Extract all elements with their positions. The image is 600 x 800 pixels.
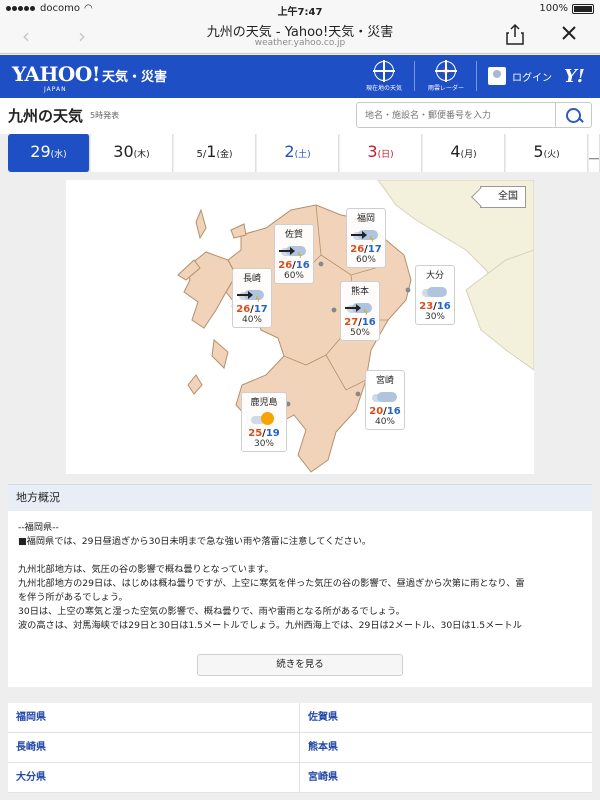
prefecture-link-oita[interactable]: 大分県 — [8, 763, 300, 792]
city-card-kumamoto[interactable]: 熊本 ϟ 27/16 50% — [340, 281, 380, 341]
share-icon[interactable] — [505, 23, 525, 50]
cloud-icon — [370, 387, 400, 405]
status-bar: docomo ◠ 上午7:47 100% — [0, 0, 600, 18]
browser-toolbar: ‹ › 九州の天気 - Yahoo!天気・災害 weather.yahoo.co… — [0, 18, 600, 54]
clock: 上午7:47 — [277, 7, 323, 18]
city-card-nagasaki[interactable]: 長崎 ϟ 26/17 40% — [232, 268, 272, 328]
radar-icon — [435, 60, 457, 82]
current-location-button[interactable]: 現在地の天気 — [354, 60, 414, 92]
tab-day-30[interactable]: 30(木) — [91, 134, 173, 172]
crosshair-icon — [373, 60, 395, 82]
search-box — [356, 102, 592, 128]
thunder-cloud-icon: ϟ — [237, 285, 267, 304]
site-header: YAHOO! 天気・災害 JAPAN 現在地の天気 雨雲レーダー ログイン Y! — [0, 55, 600, 98]
tab-day-more[interactable]: ＿ — [589, 134, 600, 172]
all-japan-button[interactable]: 全国 — [480, 186, 526, 208]
list-row: 長崎県 熊本県 — [8, 733, 592, 763]
city-card-oita[interactable]: 大分 23/16 30% — [415, 265, 455, 325]
issued-time: 5時発表 — [90, 111, 120, 120]
cloud-sun-icon — [249, 409, 279, 427]
overview-heading: 地方概況 — [8, 484, 592, 511]
prefecture-link-kumamoto[interactable]: 熊本県 — [300, 733, 592, 762]
yahoo-top-icon[interactable]: Y! — [564, 66, 585, 87]
search-input[interactable] — [357, 104, 553, 128]
battery-icon — [572, 3, 594, 14]
battery-percent: 100% — [539, 3, 568, 14]
prefecture-list: 福岡県 佐賀県 長崎県 熊本県 大分県 宮崎県 — [8, 703, 592, 793]
day-tabs: 29(水) 30(木) 5/1(金) 2(土) 3(日) 4(月) 5(火) ＿ — [0, 134, 600, 172]
city-card-fukuoka[interactable]: 福岡 ϟ 26/17 60% — [346, 208, 386, 268]
tab-day-4[interactable]: 4(月) — [423, 134, 505, 172]
thunder-cloud-icon: ϟ — [345, 298, 375, 317]
radar-button[interactable]: 雨雲レーダー — [416, 60, 476, 92]
page-title: 九州の天気 — [8, 107, 84, 125]
tab-day-29[interactable]: 29(水) — [8, 134, 90, 172]
title-row: 九州の天気 5時発表 — [0, 98, 600, 134]
city-card-miyazaki[interactable]: 宮崎 20/16 40% — [365, 370, 405, 430]
prefecture-link-fukuoka[interactable]: 福岡県 — [8, 703, 300, 732]
service-name: 天気・災害 — [102, 70, 168, 85]
avatar-icon — [488, 67, 506, 85]
yahoo-logo[interactable]: YAHOO! 天気・災害 JAPAN — [12, 62, 168, 93]
close-icon[interactable] — [560, 23, 578, 47]
prefecture-link-miyazaki[interactable]: 宮崎県 — [300, 763, 592, 792]
cloud-icon — [420, 282, 450, 300]
tab-day-3[interactable]: 3(日) — [340, 134, 422, 172]
thunder-cloud-icon: ϟ — [279, 241, 309, 260]
list-row: 大分県 宮崎県 — [8, 763, 592, 793]
city-card-saga[interactable]: 佐賀 ϟ 26/16 60% — [274, 224, 314, 284]
tab-day-2[interactable]: 2(土) — [257, 134, 339, 172]
tab-day-1[interactable]: 5/1(金) — [174, 134, 256, 172]
search-icon[interactable] — [555, 103, 591, 127]
thunder-cloud-icon: ϟ — [351, 225, 381, 244]
list-row: 福岡県 佐賀県 — [8, 703, 592, 733]
read-more-button[interactable]: 続きを見る — [197, 654, 403, 676]
tab-day-5[interactable]: 5(火) — [506, 134, 588, 172]
prefecture-link-nagasaki[interactable]: 長崎県 — [8, 733, 300, 762]
login-button[interactable]: ログイン — [488, 67, 552, 85]
city-card-kagoshima[interactable]: 鹿児島 25/19 30% — [241, 392, 287, 452]
prefecture-link-saga[interactable]: 佐賀県 — [300, 703, 592, 732]
header-divider — [414, 61, 415, 91]
header-divider — [476, 61, 477, 91]
